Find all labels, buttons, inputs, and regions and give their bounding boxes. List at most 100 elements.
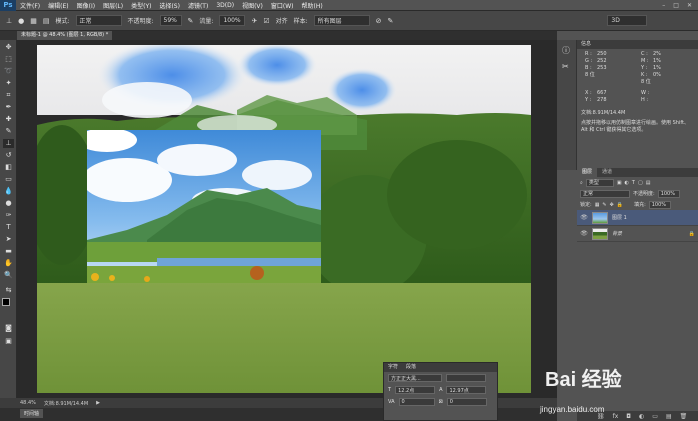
gradient-tool-icon[interactable]: ▭	[3, 175, 14, 184]
toggle-clone-source-icon[interactable]: ▤	[43, 17, 50, 25]
flow-input[interactable]: 100%	[219, 15, 246, 26]
tab-layers[interactable]: 图层	[577, 168, 598, 177]
swap-colors-icon[interactable]: ⇆	[3, 286, 14, 295]
zoom-level[interactable]: 48.4%	[20, 400, 36, 406]
menu-type[interactable]: 类型(Y)	[127, 1, 155, 10]
leading-input[interactable]: 12.97点	[446, 386, 487, 394]
healing-tool-icon[interactable]: ✚	[3, 115, 14, 124]
clone-stamp-tool-icon[interactable]: ⊥	[6, 17, 12, 25]
maximize-icon[interactable]: □	[673, 2, 679, 9]
filter-smart-icon[interactable]: ▤	[646, 180, 651, 186]
layer-kind-select[interactable]: 类型	[585, 178, 614, 187]
align-checkbox[interactable]: ☑	[263, 17, 269, 25]
info-b-value: 253	[597, 65, 607, 71]
font-family-select[interactable]: 方正正大黑...	[388, 374, 442, 382]
lock-position-icon[interactable]: ✥	[610, 202, 614, 208]
lock-pixels-icon[interactable]: ✎	[602, 202, 606, 208]
canvas-area[interactable]	[17, 40, 557, 398]
tab-paragraph[interactable]: 段落	[402, 363, 420, 372]
document-canvas[interactable]	[37, 45, 531, 393]
menu-image[interactable]: 图像(I)	[73, 1, 99, 10]
brush-tool-icon[interactable]: ✎	[3, 127, 14, 136]
info-c-value: 2%	[653, 51, 661, 57]
brush-preset-icon[interactable]: ●	[18, 17, 24, 25]
menu-select[interactable]: 选择(S)	[155, 1, 184, 10]
font-size-input[interactable]: 12.2点	[395, 386, 436, 394]
visibility-eye-icon[interactable]: 👁	[580, 214, 588, 221]
blur-tool-icon[interactable]: 💧	[3, 187, 14, 196]
timeline-tab[interactable]: 时间轴	[20, 409, 44, 418]
lock-transparent-icon[interactable]: ▦	[595, 202, 600, 208]
crop-tool-icon[interactable]: ⌗	[3, 91, 14, 100]
quick-mask-icon[interactable]: ◙	[3, 324, 14, 333]
zoom-tool-icon[interactable]: 🔍	[3, 271, 14, 280]
opacity-input[interactable]: 59%	[159, 15, 182, 26]
toggle-brush-panel-icon[interactable]: ▦	[30, 17, 37, 25]
clone-stamp-tool-icon[interactable]: ⊥	[3, 139, 14, 148]
pressure-size-icon[interactable]: ✎	[388, 17, 394, 25]
hand-tool-icon[interactable]: ✋	[3, 259, 14, 268]
eraser-tool-icon[interactable]: ◧	[3, 163, 14, 172]
shape-tool-icon[interactable]: ▬	[3, 247, 14, 256]
move-tool-icon[interactable]: ✥	[3, 43, 14, 52]
minimize-icon[interactable]: –	[662, 2, 665, 9]
info-k-value: 0%	[653, 72, 661, 78]
lock-all-icon[interactable]: 🔒	[617, 202, 623, 208]
type-tool-icon[interactable]: T	[3, 223, 14, 232]
tool-presets-icon[interactable]: ✂	[562, 62, 569, 71]
filter-adjust-icon[interactable]: ◐	[625, 180, 629, 186]
blend-mode-select[interactable]: 正常	[580, 189, 630, 198]
layer-row-background[interactable]: 👁 背景 🔒	[577, 226, 698, 242]
mode-select[interactable]: 正常	[75, 15, 122, 26]
kerning-icon: VA	[388, 399, 395, 405]
flow-value: 100%	[223, 17, 241, 24]
menu-3d[interactable]: 3D(D)	[212, 2, 238, 9]
filter-shape-icon[interactable]: ▢	[638, 180, 643, 186]
menu-file[interactable]: 文件(F)	[16, 1, 44, 10]
info-k-label: K :	[641, 72, 648, 78]
foreground-color-swatch[interactable]	[2, 298, 10, 306]
kerning-input[interactable]: 0	[398, 398, 435, 406]
info-hint: 点按并拖移以用仿制图章进行绘画。使用 Shift、Alt 和 Ctrl 键获得其…	[581, 120, 689, 133]
opacity-value: 59%	[163, 17, 177, 24]
tab-channels[interactable]: 通道	[597, 168, 617, 177]
menu-filter[interactable]: 滤镜(T)	[184, 1, 212, 10]
layer-opacity-input[interactable]: 100%	[657, 189, 680, 198]
info-g-value: 252	[597, 58, 607, 64]
tab-character[interactable]: 字符	[384, 363, 402, 372]
info-panel-icon[interactable]: ⓘ	[562, 45, 570, 56]
sample-select[interactable]: 所有图层	[313, 15, 370, 26]
eyedropper-tool-icon[interactable]: ✒	[3, 103, 14, 112]
dodge-tool-icon[interactable]: ●	[3, 199, 14, 208]
quick-select-tool-icon[interactable]: ✦	[3, 79, 14, 88]
airbrush-icon[interactable]: ✈	[251, 17, 257, 25]
layer-name[interactable]: 背景	[612, 230, 622, 237]
workspace-select[interactable]: 3D	[607, 15, 648, 26]
menu-help[interactable]: 帮助(H)	[298, 1, 327, 10]
fill-input[interactable]: 100%	[648, 200, 671, 209]
menu-edit[interactable]: 编辑(E)	[44, 1, 72, 10]
layer-name[interactable]: 图层 1	[612, 214, 627, 221]
tracking-input[interactable]: 0	[446, 398, 487, 406]
ignore-adjustment-icon[interactable]: ⊘	[376, 17, 382, 25]
visibility-eye-icon[interactable]: 👁	[580, 230, 588, 237]
layer-row-layer1[interactable]: 👁 图层 1	[577, 210, 698, 226]
layer1-image[interactable]	[87, 130, 321, 283]
filter-type-icon[interactable]: T	[632, 180, 635, 186]
close-icon[interactable]: ✕	[687, 2, 692, 9]
pressure-opacity-icon[interactable]: ✎	[188, 17, 194, 25]
leading-value: 12.97点	[449, 387, 469, 394]
marquee-tool-icon[interactable]: ⬚	[3, 55, 14, 64]
menu-layer[interactable]: 图层(L)	[99, 1, 127, 10]
filter-pixel-icon[interactable]: ▣	[617, 180, 622, 186]
menu-view[interactable]: 视图(V)	[238, 1, 267, 10]
lasso-tool-icon[interactable]: ➰	[3, 67, 14, 76]
history-brush-tool-icon[interactable]: ↺	[3, 151, 14, 160]
path-select-tool-icon[interactable]: ➤	[3, 235, 14, 244]
status-arrow-icon[interactable]: ▶	[96, 400, 100, 406]
screen-mode-icon[interactable]: ▣	[3, 337, 14, 346]
menu-window[interactable]: 窗口(W)	[267, 1, 298, 10]
font-style-select[interactable]	[446, 374, 486, 382]
pen-tool-icon[interactable]: ✑	[3, 211, 14, 220]
document-tab[interactable]: 未标题-1 @ 48.4% (图层 1, RGB/8) *	[17, 31, 113, 40]
